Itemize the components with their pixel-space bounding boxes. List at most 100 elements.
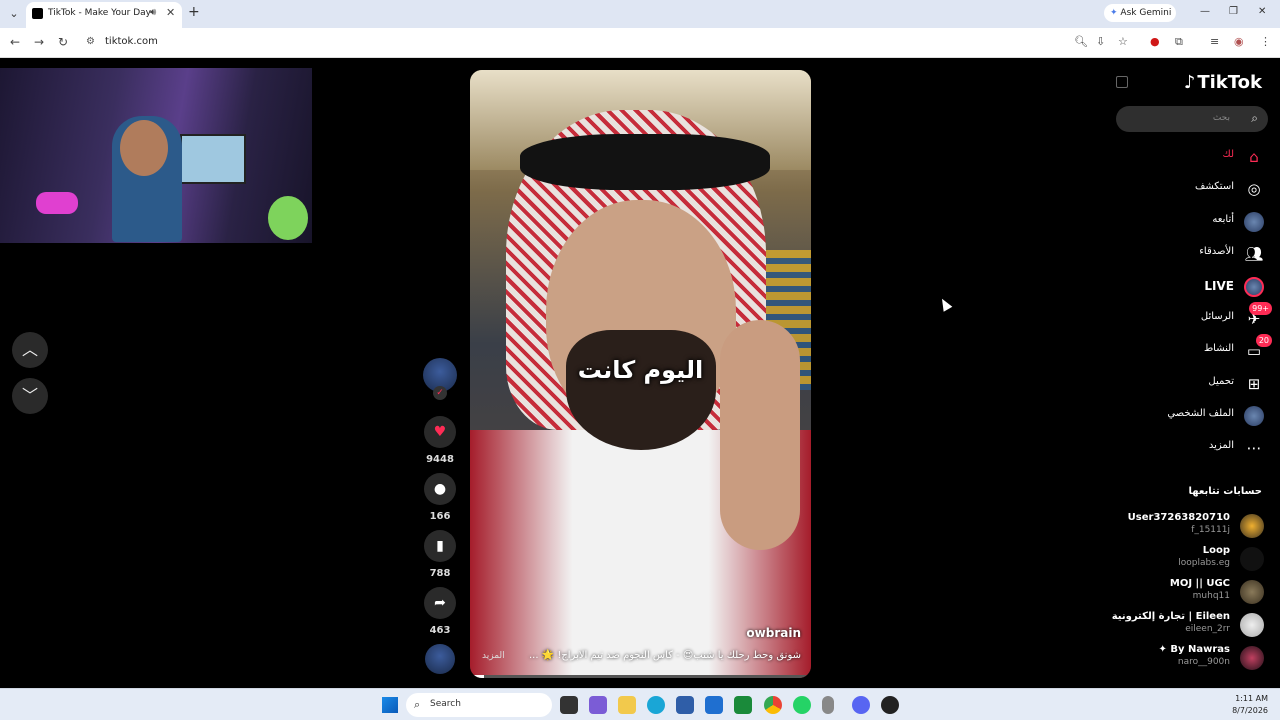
following-account[interactable]: Eileen | تجارة إلكترونية eileen_2rr: [1110, 609, 1280, 641]
tiktok-logo[interactable]: ♪ TikTok: [1184, 72, 1262, 93]
browser-toolbar: ← → ↻ ⚙ tiktok.com 🔍︎ ⇩ ☆ ● ⧉ ≡ ◉ ⋮: [0, 28, 1280, 58]
account-handle: naro__900n: [1177, 657, 1230, 667]
windows-start-icon[interactable]: [382, 697, 398, 713]
outlook-icon[interactable]: [705, 696, 723, 714]
follow-check-icon[interactable]: ✓: [433, 386, 447, 400]
chrome-icon[interactable]: [764, 696, 782, 714]
nav-item-live[interactable]: LIVE: [1110, 274, 1280, 300]
video-player[interactable]: اليوم كانت owbrain شونق وحط رحلك يا شنب😍…: [470, 70, 811, 678]
nav-item-explore[interactable]: ◎ استكشف: [1110, 176, 1280, 202]
account-name: Loop: [1202, 545, 1230, 556]
mouse-app-icon[interactable]: [822, 696, 834, 714]
save-button[interactable]: ▮: [424, 530, 456, 562]
following-avatar-icon: [1244, 212, 1264, 232]
nav-item-following[interactable]: أتابعه: [1110, 209, 1280, 235]
nav-item-activity[interactable]: ▭ 20 النشاط: [1110, 334, 1280, 364]
back-arrow-icon[interactable]: ←: [10, 35, 20, 49]
following-account[interactable]: By Nawras ✦ naro__900n: [1110, 642, 1280, 674]
site-info-icon[interactable]: ⚙: [86, 36, 95, 47]
close-window-icon[interactable]: ✕: [1258, 6, 1266, 17]
following-account[interactable]: MOJ || UGC muhq11: [1110, 576, 1280, 608]
search-input[interactable]: بحث ⌕: [1116, 106, 1268, 132]
tab-search-chevron-icon[interactable]: ⌄: [6, 6, 22, 22]
share-arrow-icon: ➦: [434, 595, 446, 611]
next-video-button[interactable]: ﹀: [12, 378, 48, 414]
taskbar-search-icon: ⌕: [414, 698, 421, 711]
nav-label: النشاط: [1203, 343, 1234, 354]
browser-menu-icon[interactable]: ⋮: [1260, 35, 1271, 48]
account-name: Eileen | تجارة إلكترونية: [1111, 611, 1230, 622]
account-handle: f_15111j: [1191, 525, 1230, 535]
share-button[interactable]: ➦: [424, 587, 456, 619]
tiktok-favicon-icon: [32, 8, 43, 19]
nav-item-upload[interactable]: ⊞ تحميل: [1110, 371, 1280, 397]
webcam-microphone: [36, 192, 78, 214]
video-caption: اليوم كانت: [577, 356, 704, 384]
sound-disc-avatar[interactable]: [425, 644, 455, 674]
task-view-icon[interactable]: [560, 696, 578, 714]
account-name: User37263820710: [1127, 512, 1230, 523]
video-author[interactable]: owbrain: [746, 626, 801, 640]
home-icon: ⌂: [1249, 148, 1259, 166]
tiktok-page: ︿ ﹀ اليوم كانت owbrain شونق وحط رحلك يا …: [0, 58, 1280, 688]
account-avatar: [1240, 613, 1264, 637]
taskbar-search[interactable]: ⌕ Search: [406, 693, 552, 717]
discord-icon[interactable]: [852, 696, 870, 714]
like-count: 9448: [426, 454, 454, 465]
share-count: 463: [429, 625, 451, 636]
xbox-icon[interactable]: [734, 696, 752, 714]
nav-item-messages[interactable]: ✈ 99+ الرسائل: [1110, 302, 1280, 332]
address-bar[interactable]: ⚙ tiktok.com: [80, 31, 1144, 55]
opera-extension-icon[interactable]: ●: [1150, 35, 1160, 48]
reload-icon[interactable]: ↻: [58, 35, 68, 49]
install-app-icon[interactable]: ⇩: [1096, 35, 1105, 48]
forward-arrow-icon[interactable]: →: [34, 35, 44, 49]
ask-gemini-label: Ask Gemini: [1120, 8, 1172, 18]
windows-taskbar: ⌕ Search 1:11 AM 8/7/2026: [0, 688, 1280, 720]
nav-item-for-you[interactable]: ⌂ لك: [1110, 144, 1280, 170]
nav-item-profile[interactable]: الملف الشخصي: [1110, 403, 1280, 429]
activity-badge: 20: [1255, 334, 1272, 347]
file-explorer-icon[interactable]: [618, 696, 636, 714]
search-icon[interactable]: ⌕: [1251, 111, 1258, 126]
comment-button[interactable]: ●: [424, 473, 456, 505]
taskbar-clock[interactable]: 1:11 AM 8/7/2026: [1232, 693, 1268, 717]
nav-item-friends[interactable]: 👥︎ الأصدقاء: [1110, 241, 1280, 267]
teams-icon[interactable]: [589, 696, 607, 714]
following-account[interactable]: User37263820710 f_15111j: [1110, 510, 1280, 542]
whatsapp-icon[interactable]: [793, 696, 811, 714]
previous-video-button[interactable]: ︿: [12, 332, 48, 368]
nav-item-more[interactable]: ⋯ المزيد: [1110, 435, 1280, 461]
more-link[interactable]: المزيد: [482, 651, 505, 661]
account-handle: muhq11: [1192, 591, 1230, 601]
browser-tab[interactable]: TikTok - Make Your Day 🔊︎ ✕: [26, 2, 182, 28]
reading-list-icon[interactable]: ≡: [1210, 35, 1219, 48]
ask-gemini-button[interactable]: ✦ Ask Gemini: [1104, 4, 1176, 22]
obs-icon[interactable]: [881, 696, 899, 714]
collapse-sidebar-icon[interactable]: [1116, 76, 1128, 88]
profile-avatar-icon[interactable]: ◉: [1234, 35, 1244, 48]
chevron-up-icon: ︿: [21, 340, 38, 359]
extensions-puzzle-icon[interactable]: ⧉: [1175, 35, 1183, 49]
account-avatar: [1240, 580, 1264, 604]
restore-window-icon[interactable]: ❐: [1229, 6, 1238, 17]
nav-label: لك: [1222, 149, 1234, 160]
nav-label: أتابعه: [1212, 214, 1234, 225]
bookmark-star-icon[interactable]: ☆: [1118, 35, 1128, 48]
edge-icon[interactable]: [647, 696, 665, 714]
minimize-window-icon[interactable]: —: [1200, 6, 1210, 17]
video-agal: [520, 134, 770, 190]
close-tab-icon[interactable]: ✕: [166, 6, 175, 19]
nav-label: تحميل: [1208, 376, 1234, 387]
video-progress-bar[interactable]: [470, 675, 811, 678]
like-button[interactable]: ♥: [424, 416, 456, 448]
speaker-icon[interactable]: 🔊︎: [150, 7, 156, 18]
zoom-icon[interactable]: 🔍︎: [1074, 35, 1088, 48]
tab-title: TikTok - Make Your Day: [48, 8, 152, 18]
nav-label: الملف الشخصي: [1167, 408, 1234, 419]
mouse-cursor: [937, 296, 953, 312]
store-icon[interactable]: [676, 696, 694, 714]
new-tab-button[interactable]: +: [188, 4, 200, 20]
account-avatar: [1240, 514, 1264, 538]
following-account[interactable]: Loop looplabs.eg: [1110, 543, 1280, 575]
